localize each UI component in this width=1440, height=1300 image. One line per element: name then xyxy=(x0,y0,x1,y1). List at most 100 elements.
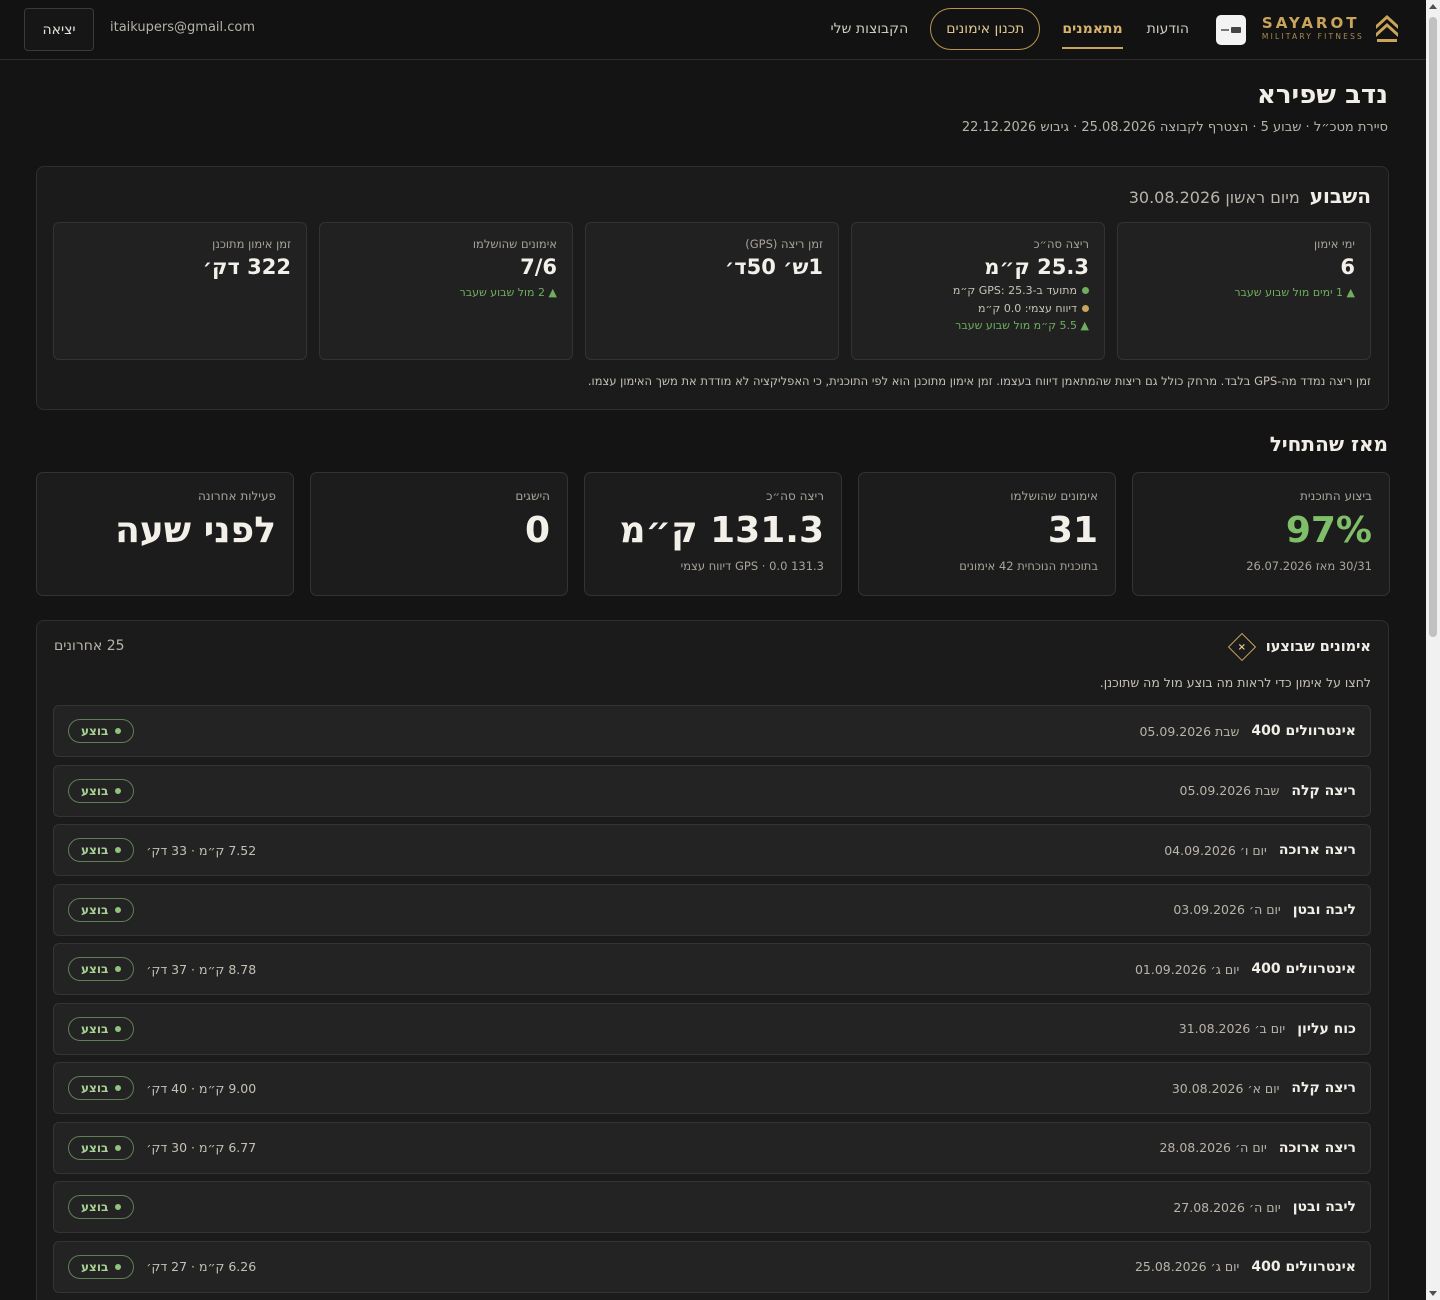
since-card-last-activity: פעילות אחרונה לפני שעה xyxy=(36,472,294,596)
status-dot-icon xyxy=(115,1204,122,1210)
status-dot-icon xyxy=(115,728,122,734)
gps-distance-text: מתועד ב-GPS: 25.3 ק״מ xyxy=(952,284,1077,297)
status-text: בוצע xyxy=(81,1140,109,1155)
brand-title: SAYAROT xyxy=(1261,14,1360,32)
status-dot-icon xyxy=(115,1144,122,1151)
green-dot-icon xyxy=(1082,287,1089,294)
this-week-title: השבוע xyxy=(1309,184,1371,208)
workout-row[interactable]: יום ה׳ 27.08.2026 ליבה ובטן בוצע xyxy=(53,1181,1371,1233)
status-text: בוצע xyxy=(81,1259,109,1274)
workout-info: יום ג׳ 25.08.2026 אינטרוולים 400 xyxy=(1135,1242,1356,1292)
workout-meta: בוצע xyxy=(68,885,146,935)
workout-info: שבת 05.09.2026 ריצה קלה xyxy=(1180,766,1356,816)
user-email: itaikupers@gmail.com xyxy=(110,20,256,35)
scrollbar-thumb[interactable] xyxy=(1429,17,1437,637)
main-nav: הקבוצות שלי תכנון אימונים מתאמנים הודעות xyxy=(818,8,1201,50)
status-text: בוצע xyxy=(81,1021,109,1036)
stat-value: 31 xyxy=(1047,510,1098,551)
logout-button[interactable]: יציאה xyxy=(24,8,94,51)
workout-meta: בוצע 7.52 ק״מ · 33 דק׳ xyxy=(68,825,256,875)
status-dot-icon xyxy=(115,1025,122,1032)
nav-trainees[interactable]: מתאמנים xyxy=(1050,8,1134,50)
trainee-profile-header: נדב שפירא סיירת מטכ״ל · שבוע 5 · הצטרף ל… xyxy=(962,80,1388,135)
workout-name: ליבה ובטן xyxy=(1292,1199,1356,1215)
stat-label: פעילות אחרונה xyxy=(197,489,276,503)
workout-row[interactable]: יום ה׳ 03.09.2026 ליבה ובטן בוצע xyxy=(53,883,1371,936)
stat-label: ריצה סה״כ xyxy=(766,489,824,503)
scroll-up-arrow-icon[interactable] xyxy=(1429,4,1437,9)
workout-row[interactable]: שבת 05.09.2026 ריצה קלה בוצע xyxy=(53,764,1371,817)
week-stats: ימי אימון 6 ▲ 1 ימים מול שבוע שעבר ריצה … xyxy=(53,222,1371,360)
scroll-down-arrow-icon[interactable] xyxy=(1429,1291,1437,1296)
stat-label: ימי אימון xyxy=(1314,237,1355,251)
workout-meta: בוצע 6.26 ק״מ · 27 דק׳ xyxy=(68,1242,256,1292)
nav-my-groups[interactable]: הקבוצות שלי xyxy=(818,8,920,50)
stat-value: 25.3 ק״מ xyxy=(984,255,1089,279)
workout-date: יום ב׳ 31.08.2026 xyxy=(1178,1021,1286,1036)
nav-messages[interactable]: הודעות xyxy=(1135,8,1201,50)
workout-name: ריצה ארוכה xyxy=(1278,1139,1356,1156)
workout-row[interactable]: שבת 05.09.2026 אינטרוולים 400 בוצע xyxy=(53,705,1371,757)
status-badge: בוצע xyxy=(68,719,135,743)
workout-stats: 6.26 ק״מ · 27 דק׳ xyxy=(146,1259,257,1274)
workout-stats: 6.77 ק״מ · 30 דק׳ xyxy=(146,1140,257,1155)
page: SAYAROT MILITARY FITNESS הקבוצות שלי תכנ… xyxy=(0,0,1426,1300)
workouts-count: 25 אחרונים xyxy=(54,638,125,654)
workout-row[interactable]: יום ג׳ 25.08.2026 אינטרוולים 400 בוצע 6.… xyxy=(53,1240,1371,1293)
stat-value: 1ש׳ 50ד׳ xyxy=(724,255,823,279)
status-text: בוצע xyxy=(81,843,109,857)
workout-meta: בוצע xyxy=(68,766,146,816)
week-card-training-days: ימי אימון 6 ▲ 1 ימים מול שבוע שעבר xyxy=(1117,222,1371,360)
status-dot-icon xyxy=(115,966,122,972)
status-badge: בוצע xyxy=(68,1135,135,1160)
since-start-stats: ביצוע התוכנית 97% 30/31 מאז 26.07.2026 א… xyxy=(36,472,1390,596)
workout-meta: בוצע 6.77 ק״מ · 30 דק׳ xyxy=(68,1123,256,1173)
status-badge: בוצע xyxy=(68,778,135,803)
workout-info: שבת 05.09.2026 אינטרוולים 400 xyxy=(1139,706,1356,756)
workout-date: יום א׳ 30.08.2026 xyxy=(1171,1080,1280,1096)
workout-row[interactable]: יום ו׳ 04.09.2026 ריצה ארוכה בוצע 7.52 ק… xyxy=(53,824,1371,876)
self-report-detail: דיווח עצמי: 0.0 ק״מ xyxy=(867,302,1089,315)
status-badge: בוצע xyxy=(68,1254,135,1279)
gps-distance-detail: מתועד ב-GPS: 25.3 ק״מ xyxy=(867,284,1089,297)
workouts-list: שבת 05.09.2026 אינטרוולים 400 בוצע שבת 0… xyxy=(53,705,1371,1300)
top-bar: SAYAROT MILITARY FITNESS הקבוצות שלי תכנ… xyxy=(0,0,1426,60)
stat-value: 0 xyxy=(524,510,550,551)
status-dot-icon xyxy=(115,1263,122,1270)
since-card-plan-completion: ביצוע התוכנית 97% 30/31 מאז 26.07.2026 xyxy=(1132,472,1390,596)
workout-name: ריצה קלה xyxy=(1291,782,1356,799)
stat-delta: ▲ 1 ימים מול שבוע שעבר xyxy=(1234,286,1355,299)
stat-label: הישגים xyxy=(515,489,550,503)
workout-date: יום ה׳ 03.09.2026 xyxy=(1173,902,1281,917)
workout-stats: 8.78 ק״מ · 37 דק׳ xyxy=(146,961,257,977)
status-dot-icon xyxy=(115,1085,122,1091)
workout-row[interactable]: יום ג׳ 01.09.2026 אינטרוולים 400 בוצע 8.… xyxy=(53,943,1371,995)
workout-meta: בוצע 9.00 ק״מ · 40 דק׳ xyxy=(68,1063,256,1113)
workout-info: יום א׳ 30.08.2026 ריצה קלה xyxy=(1172,1063,1356,1113)
workout-row[interactable]: יום ה׳ 28.08.2026 ריצה ארוכה בוצע 6.77 ק… xyxy=(53,1121,1371,1174)
week-card-planned-time: זמן אימון מתוכנן 322 דק׳ xyxy=(53,222,307,360)
workout-date: יום ה׳ 27.08.2026 xyxy=(1173,1199,1281,1215)
workout-meta: בוצע xyxy=(68,1182,146,1232)
workout-name: אינטרוולים 400 xyxy=(1251,961,1356,977)
status-text: בוצע xyxy=(81,902,109,917)
self-report-text: דיווח עצמי: 0.0 ק״מ xyxy=(977,302,1077,315)
workout-row[interactable]: יום א׳ 30.08.2026 ריצה קלה בוצע 9.00 ק״מ… xyxy=(53,1062,1371,1114)
week-footnote: זמן ריצה נמדד מה-GPS בלבד. מרחק כולל גם … xyxy=(587,374,1371,388)
brand-logo[interactable]: SAYAROT MILITARY FITNESS xyxy=(1262,13,1400,43)
workout-name: אינטרוולים 400 xyxy=(1251,723,1356,739)
brand-text: SAYAROT MILITARY FITNESS xyxy=(1262,14,1364,42)
workouts-title: אימונים שבוצעו xyxy=(1265,639,1371,655)
since-start-title: מאז שהתחיל xyxy=(1269,432,1388,456)
workout-info: יום ה׳ 27.08.2026 ליבה ובטן xyxy=(1173,1182,1356,1232)
workouts-header: × אימונים שבוצעו xyxy=(1227,632,1371,662)
workout-date: שבת 05.09.2026 xyxy=(1179,783,1280,798)
stat-value: 322 דק׳ xyxy=(202,255,291,279)
this-week-panel: השבוע מיום ראשון 30.08.2026 ימי אימון 6 … xyxy=(36,166,1389,410)
page-scrollbar[interactable] xyxy=(1426,0,1440,1300)
group-logo-icon xyxy=(1216,15,1246,45)
stat-label: זמן ריצה (GPS) xyxy=(745,237,823,251)
nav-training-plan-button[interactable]: תכנון אימונים xyxy=(930,8,1041,50)
workout-row[interactable]: יום ב׳ 31.08.2026 כוח עליון בוצע xyxy=(53,1002,1371,1055)
workout-stats: 9.00 ק״מ · 40 דק׳ xyxy=(146,1080,257,1096)
